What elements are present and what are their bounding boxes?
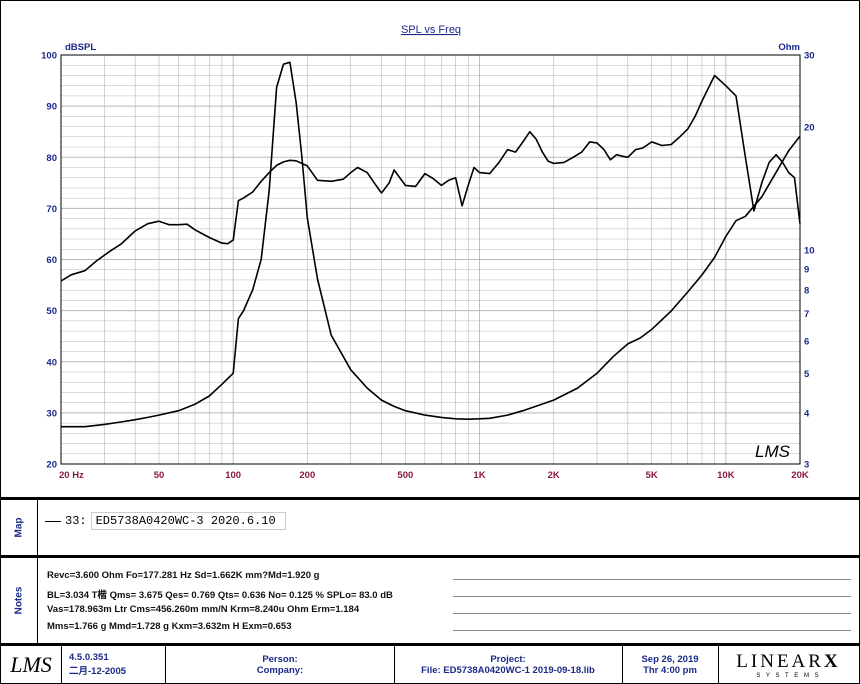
note-line-2[interactable]: BL=3.034 T楷 Qms= 3.675 Qes= 0.769 Qts= 0…	[47, 587, 393, 601]
footer-logo-cell: LMS	[1, 646, 62, 683]
note-line-3[interactable]: Vas=178.963m Ltr Cms=456.260m mm/N Krm=8…	[47, 604, 359, 615]
right-tick-label: 4	[804, 408, 810, 419]
right-tick-label: 30	[804, 51, 815, 62]
linearx-logo: LINEARX S Y S T E M S	[718, 646, 859, 683]
left-tick-label: 100	[41, 51, 57, 62]
note-line-4[interactable]: Mms=1.766 g Mmd=1.728 g Kxm=3.632m H Exm…	[47, 621, 292, 632]
notes-section-label: Notes	[1, 558, 38, 643]
note-rule	[453, 613, 851, 614]
x-tick-label: 10K	[717, 470, 735, 481]
footer-version-cell: 4.5.0.351 二月-12-2005	[61, 646, 166, 683]
lms-watermark: LMS	[755, 442, 791, 461]
x-tick-label: 500	[397, 470, 413, 481]
project-label: Project:	[490, 653, 526, 665]
right-tick-label: 20	[804, 123, 815, 134]
left-tick-label: 70	[46, 204, 57, 215]
right-tick-label: 8	[804, 285, 809, 296]
right-tick-label: 9	[804, 264, 809, 275]
note-rule	[453, 579, 851, 580]
x-tick-label: 5K	[646, 470, 658, 481]
lms-window: SPL vs Freq dBSPL Ohm 20 Hz 50 100 200 500 1K…	[0, 0, 860, 684]
x-tick-label: 20 Hz	[59, 470, 84, 481]
footer-time: Thr 4:00 pm	[643, 664, 697, 676]
footer-project-cell[interactable]: Project: File: ED5738A0420WC-1 2019-09-1…	[394, 646, 623, 683]
company-label: Company:	[256, 664, 304, 676]
x-tick-label: 100	[225, 470, 241, 481]
footer-date: Sep 26, 2019	[641, 653, 699, 665]
footer-person-cell[interactable]: Person: Company:	[166, 646, 395, 683]
version-number: 4.5.0.351	[69, 652, 109, 663]
plot-grid	[60, 54, 801, 465]
right-tick-label: 10	[804, 246, 815, 257]
left-tick-label: 30	[46, 408, 57, 419]
right-tick-label: 5	[804, 369, 810, 380]
right-tick-label: 6	[804, 336, 809, 347]
map-entry[interactable]: 33: ED5738A0420WC-3 2020.6.10	[45, 512, 286, 530]
x-tick-label: 2K	[548, 470, 560, 481]
linearx-brand-x: X	[823, 650, 841, 672]
legend-line-swatch	[45, 520, 61, 522]
version-date: 二月-12-2005	[69, 666, 127, 677]
x-tick-label: 50	[154, 470, 165, 481]
x-tick-label: 20K	[791, 470, 809, 481]
project-file: File: ED5738A0420WC-1 2019-09-18.lib	[421, 664, 595, 676]
spl-impedance-chart: SPL vs Freq dBSPL Ohm 20 Hz 50 100 200 500 1K…	[41, 24, 814, 482]
axis-ticks: 20 Hz 50 100 200 500 1K 2K 5K 10K 20K 100 90 80 70 60 5…	[41, 51, 814, 482]
left-tick-label: 20	[46, 460, 57, 471]
chart-panel: SPL vs Freq dBSPL Ohm 20 Hz 50 100 200 500 1K…	[1, 1, 859, 497]
left-tick-label: 90	[46, 102, 57, 113]
left-tick-label: 40	[46, 357, 57, 368]
map-entry-name[interactable]: ED5738A0420WC-3 2020.6.10	[90, 512, 286, 530]
person-label: Person:	[262, 653, 298, 665]
notes-panel: Notes Revc=3.600 Ohm Fo=177.281 Hz Sd=1.…	[1, 558, 859, 643]
map-section-label: Map	[1, 500, 38, 555]
footer-date-cell: Sep 26, 2019 Thr 4:00 pm	[622, 646, 719, 683]
x-tick-label: 200	[299, 470, 315, 481]
note-rule	[453, 630, 851, 631]
right-tick-label: 3	[804, 460, 809, 471]
x-tick-label: 1K	[473, 470, 485, 481]
right-tick-label: 7	[804, 309, 809, 320]
footer-bar: LMS 4.5.0.351 二月-12-2005 Person: Company…	[1, 646, 859, 683]
note-rule	[453, 596, 851, 597]
chart-title[interactable]: SPL vs Freq	[401, 24, 461, 36]
note-line-1[interactable]: Revc=3.600 Ohm Fo=177.281 Hz Sd=1.662K m…	[47, 570, 319, 581]
lms-logo: LMS	[10, 651, 52, 677]
left-tick-label: 80	[46, 153, 57, 164]
map-entry-index: 33:	[65, 514, 87, 528]
linearx-brand-text: LINEAR	[736, 650, 824, 672]
left-tick-label: 60	[46, 255, 57, 266]
left-tick-label: 50	[46, 306, 57, 317]
right-axis-label: Ohm	[778, 42, 800, 53]
left-axis-label: dBSPL	[65, 42, 96, 53]
linearx-brand-sub: S Y S T E M S	[756, 672, 821, 679]
map-panel: Map 33: ED5738A0420WC-3 2020.6.10	[1, 500, 859, 555]
